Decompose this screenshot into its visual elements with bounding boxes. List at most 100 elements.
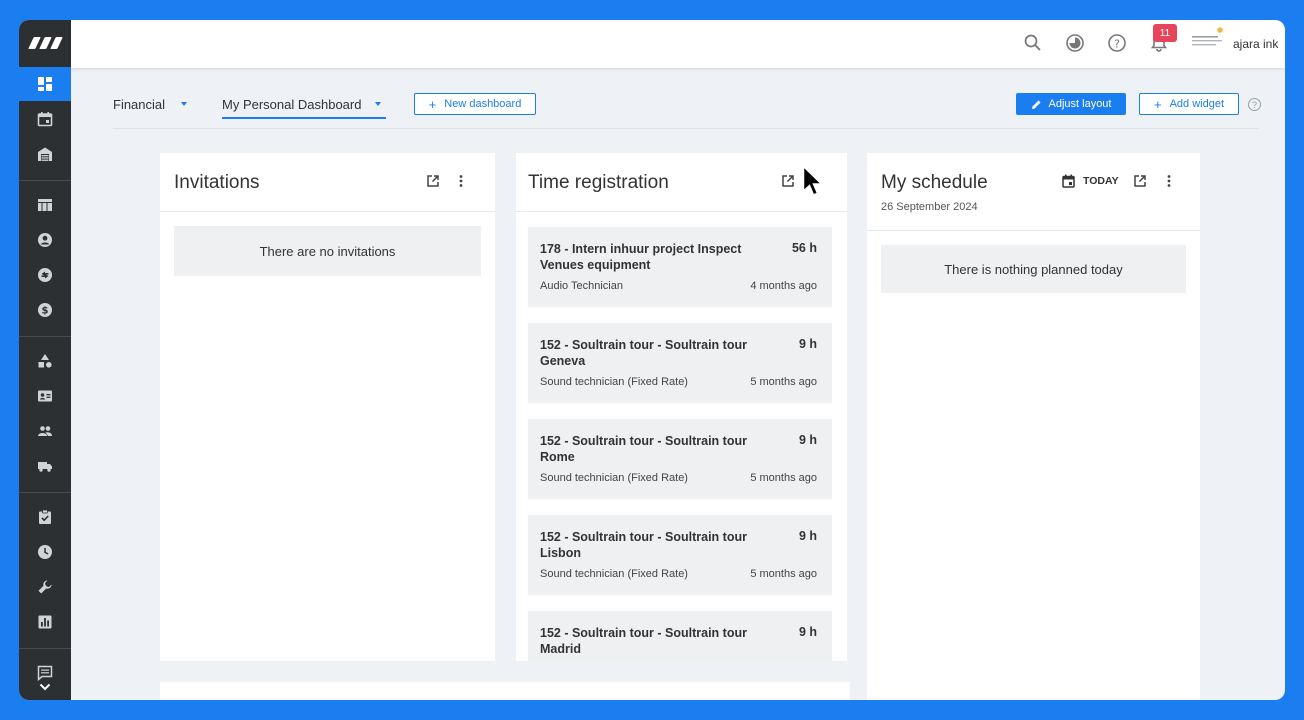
invitations-empty-message: There are no invitations <box>174 226 481 276</box>
add-widget-label: Add widget <box>1169 98 1225 110</box>
adjust-layout-button[interactable]: Adjust layout <box>1016 93 1126 115</box>
sidebar-item-maintenance[interactable] <box>19 570 71 604</box>
entry-title: 152 - Soultrain tour - Soultrain tour Ro… <box>540 434 747 464</box>
clipboard-check-icon <box>39 509 51 524</box>
person-icon <box>38 233 52 247</box>
pencil-icon <box>1031 100 1040 109</box>
entry-title: 152 - Soultrain tour - Soultrain tour Ma… <box>540 626 747 656</box>
entry-title: 152 - Soultrain tour - Soultrain tour Ge… <box>540 338 747 368</box>
entry-role: Sound technician (Fixed Rate) <box>540 472 688 484</box>
sidebar-item-crew[interactable] <box>19 379 71 413</box>
time-entry-card[interactable]: 152 - Soultrain tour - Soultrain tour Li… <box>528 515 832 595</box>
widget-divider <box>867 230 1200 231</box>
entry-role: Sound technician (Fixed Rate) <box>540 376 688 388</box>
mouse-cursor-icon <box>802 165 824 196</box>
notification-badge[interactable]: 11 <box>1153 24 1177 42</box>
entry-hours: 9 h <box>798 337 817 351</box>
open-external-icon[interactable] <box>1133 174 1147 188</box>
time-entry-card[interactable]: 152 - Soultrain tour - Soultrain tour Ge… <box>528 323 832 403</box>
sidebar-item-dashboard[interactable] <box>19 67 71 101</box>
header-divider <box>113 128 1259 129</box>
tab-financial[interactable]: Financial <box>113 97 165 112</box>
entry-time: 5 months ago <box>750 472 817 484</box>
entry-role: Sound technician (Fixed Rate) <box>540 568 688 580</box>
active-tab-indicator <box>222 117 386 119</box>
more-vertical-icon[interactable] <box>1166 174 1172 188</box>
svg-text:?: ? <box>1114 37 1120 50</box>
entry-time: 5 months ago <box>750 376 817 388</box>
entry-hours: 9 h <box>798 433 817 447</box>
schedule-title: My schedule <box>881 172 988 193</box>
caret-down-icon[interactable] <box>181 102 187 106</box>
entry-hours: 9 h <box>798 625 817 639</box>
invitations-widget: Invitations There are no invitations <box>160 153 495 661</box>
schedule-empty-message: There is nothing planned today <box>881 245 1186 293</box>
sidebar-divider <box>19 492 71 493</box>
my-schedule-widget: My schedule TODAY 26 September 2024 Ther… <box>867 153 1200 700</box>
time-registration-title: Time registration <box>528 172 669 193</box>
more-vertical-icon[interactable] <box>458 174 464 188</box>
open-external-icon[interactable] <box>781 174 795 188</box>
sidebar-item-calendar[interactable] <box>19 102 71 136</box>
new-dashboard-button[interactable]: + New dashboard <box>414 93 536 115</box>
clock-icon <box>38 545 52 559</box>
sidebar-expand[interactable] <box>19 674 71 700</box>
sidebar-item-projects[interactable] <box>19 258 71 292</box>
sidebar-divider <box>19 180 71 181</box>
time-registration-widget: Time registration 178 - Intern inhuur pr… <box>516 153 847 661</box>
dollar-icon: $ <box>38 303 52 317</box>
help-icon[interactable]: ? <box>1107 33 1127 53</box>
schedule-date: 26 September 2024 <box>881 201 978 213</box>
topbar: ? 11 ajara ink <box>71 20 1285 68</box>
sidebar-item-planning[interactable] <box>19 188 71 222</box>
adjust-layout-label: Adjust layout <box>1048 98 1112 110</box>
calendar-icon[interactable] <box>1062 174 1075 188</box>
time-entry-card[interactable]: 152 - Soultrain tour - Soultrain tour Ma… <box>528 611 832 661</box>
widget-partial <box>160 682 850 700</box>
sidebar-divider <box>19 336 71 337</box>
entry-title: 152 - Soultrain tour - Soultrain tour Li… <box>540 530 747 560</box>
table-icon <box>38 199 52 211</box>
id-card-icon <box>38 390 52 402</box>
group-icon <box>38 426 52 436</box>
entry-time: 5 months ago <box>750 568 817 580</box>
chevron-down-icon <box>39 683 51 691</box>
sidebar-item-users[interactable] <box>19 414 71 448</box>
caret-down-icon[interactable] <box>375 102 381 106</box>
time-entry-card[interactable]: 178 - Intern inhuur project Inspect Venu… <box>528 227 832 307</box>
bar-chart-icon <box>38 615 52 629</box>
user-name[interactable]: ajara ink <box>1233 37 1278 51</box>
warehouse-icon <box>38 147 52 161</box>
tab-my-personal-dashboard[interactable]: My Personal Dashboard <box>222 97 361 112</box>
shapes-icon <box>38 354 52 368</box>
sidebar-item-warehouse[interactable] <box>19 137 71 171</box>
entry-role: Audio Technician <box>540 280 623 292</box>
company-logo[interactable] <box>1191 26 1227 50</box>
sidebar-item-transport[interactable] <box>19 449 71 483</box>
sidebar: $ <box>19 20 71 700</box>
wrench-icon <box>38 580 52 594</box>
app-logo[interactable] <box>19 20 71 66</box>
sidebar-item-tasks[interactable] <box>19 500 71 534</box>
sidebar-item-finance[interactable]: $ <box>19 293 71 327</box>
plus-icon: + <box>1153 96 1162 112</box>
sync-icon <box>38 268 52 282</box>
sidebar-item-reports[interactable] <box>19 605 71 639</box>
invitations-title: Invitations <box>174 172 260 193</box>
widget-divider <box>160 211 495 212</box>
add-widget-button[interactable]: + Add widget <box>1139 93 1239 115</box>
widget-divider <box>516 211 847 212</box>
dashboard-icon <box>38 77 52 91</box>
dashboard-help-icon[interactable]: ? <box>1248 98 1261 111</box>
timer-icon[interactable] <box>1065 33 1085 53</box>
search-icon[interactable] <box>1023 33 1043 53</box>
app-window: $ ? 11 ajara ink Financial My Personal D… <box>19 20 1285 700</box>
sidebar-item-inventory[interactable] <box>19 344 71 378</box>
sidebar-item-hours[interactable] <box>19 535 71 569</box>
new-dashboard-label: New dashboard <box>444 98 522 110</box>
open-external-icon[interactable] <box>426 174 440 188</box>
sidebar-item-contacts[interactable] <box>19 223 71 257</box>
time-entry-card[interactable]: 152 - Soultrain tour - Soultrain tour Ro… <box>528 419 832 499</box>
entry-hours: 9 h <box>798 529 817 543</box>
today-button[interactable]: TODAY <box>1083 175 1119 187</box>
